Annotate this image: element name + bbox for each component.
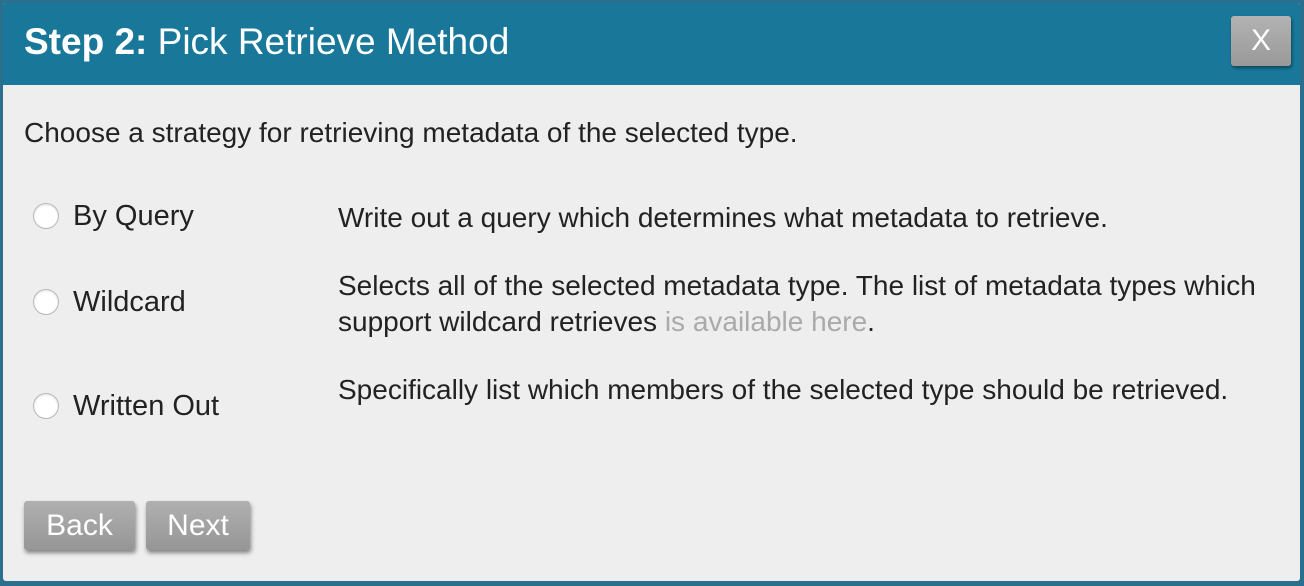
option-by-query[interactable]: By Query	[33, 199, 194, 233]
by-query-radio[interactable]	[33, 203, 59, 229]
written-out-description: Specifically list which members of the s…	[338, 374, 1229, 405]
wildcard-label: Wildcard	[73, 286, 186, 318]
title-text: Pick Retrieve Method	[157, 21, 510, 62]
back-button[interactable]: Back	[24, 501, 135, 550]
by-query-label: By Query	[73, 200, 194, 232]
wildcard-description: Selects all of the selected metadata typ…	[338, 268, 1288, 340]
by-query-description: Write out a query which determines what …	[338, 202, 1108, 233]
wildcard-radio[interactable]	[33, 289, 59, 315]
retrieve-method-dialog: Step 2: Pick Retrieve Method X Choose a …	[3, 3, 1300, 581]
wildcard-info-link[interactable]: is available here	[665, 306, 867, 337]
option-written-out[interactable]: Written Out	[33, 389, 219, 423]
option-wildcard[interactable]: Wildcard	[33, 285, 186, 319]
dialog-header: Step 2: Pick Retrieve Method X	[3, 3, 1300, 85]
next-button[interactable]: Next	[146, 501, 250, 550]
close-button[interactable]: X	[1231, 16, 1291, 66]
dialog-title: Step 2: Pick Retrieve Method	[24, 21, 509, 63]
title-step: Step 2:	[24, 21, 148, 62]
written-out-label: Written Out	[73, 390, 220, 422]
wildcard-description-end: .	[867, 306, 875, 337]
written-out-radio[interactable]	[33, 393, 59, 419]
intro-text: Choose a strategy for retrieving metadat…	[24, 117, 798, 148]
